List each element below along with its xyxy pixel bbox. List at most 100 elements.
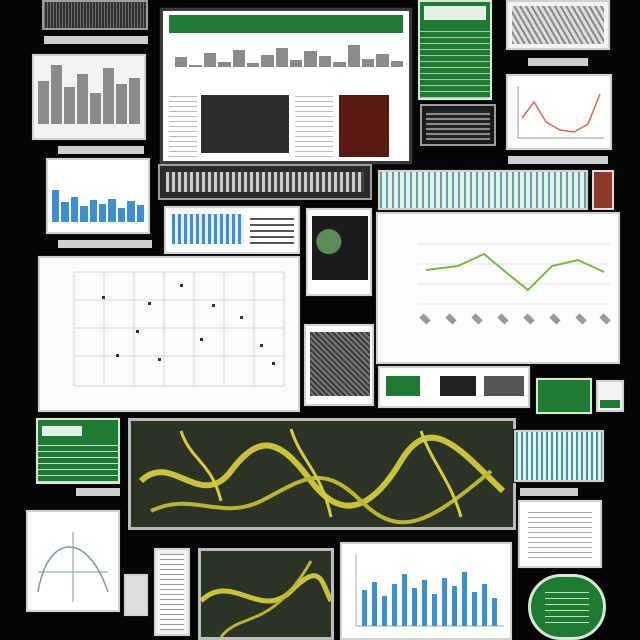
red-line-chart-card <box>506 74 612 150</box>
photo-map-card <box>306 208 372 296</box>
scatter-point <box>180 284 183 287</box>
small-red-tile <box>592 170 614 210</box>
texture-photo <box>310 332 370 396</box>
bar-series <box>362 572 497 626</box>
dashboard-red-panel <box>339 95 389 157</box>
caption-strip <box>44 36 148 44</box>
dashboard-monitor <box>160 8 412 164</box>
map-base <box>131 421 513 527</box>
green-panel-lines <box>38 440 118 482</box>
caption-strip <box>76 488 120 496</box>
dashboard-header-bar <box>169 15 403 33</box>
photo-map-image <box>312 216 368 280</box>
texture <box>44 2 146 28</box>
bar <box>412 588 417 626</box>
scatter-point <box>116 354 119 357</box>
green-info-panel-top <box>418 0 492 100</box>
tiny-chart-card <box>596 380 624 412</box>
scatter-point <box>212 304 215 307</box>
keyboard-strip <box>158 164 372 200</box>
keyboard-keys <box>166 172 364 192</box>
dashboard-mid-table <box>295 95 333 157</box>
topographic-map-large <box>128 418 516 530</box>
bar <box>432 594 437 626</box>
scatter-point <box>240 316 243 319</box>
dashboard-bar-area <box>171 37 407 73</box>
document-card-right <box>518 500 602 568</box>
line-chart-gridlines <box>418 243 610 305</box>
bar <box>402 574 407 626</box>
bar <box>492 598 497 626</box>
green-badge-icon <box>528 574 606 640</box>
green-panel-header <box>424 6 486 20</box>
blue-thumbnail-bars <box>52 186 145 222</box>
green-badge-small <box>536 378 592 414</box>
bar-thumbnail-bars <box>38 62 140 124</box>
caption-strip <box>58 240 152 248</box>
green-panel-white-strip <box>42 426 82 436</box>
bar-chart-svg <box>355 554 504 627</box>
dashboard-left-table <box>169 95 197 157</box>
top-left-monitor-thumbnail <box>42 0 148 30</box>
wave-texture <box>512 6 604 44</box>
bar <box>482 584 487 626</box>
device-gray-block <box>484 376 524 396</box>
device-green-block <box>386 376 420 396</box>
green-info-panel-left <box>36 418 120 484</box>
dashboard-dark-panel <box>201 95 289 153</box>
bar <box>422 580 427 626</box>
bar-thumbnail-left <box>32 54 146 140</box>
line-chart-x-ticks <box>419 313 611 325</box>
caption-strip <box>528 58 588 66</box>
bar <box>392 584 397 626</box>
scatter-point <box>260 344 263 347</box>
sketch-diagram-card <box>26 510 120 612</box>
caption-strip <box>520 488 578 496</box>
topographic-map-svg <box>131 421 513 527</box>
scatter-point <box>158 358 161 361</box>
wave-pattern-thumbnail <box>506 0 610 50</box>
mini-dashboard-text <box>250 218 294 244</box>
scatter-chart-svg <box>73 271 285 387</box>
red-line-chart-svg <box>517 86 604 139</box>
document-lines <box>528 510 592 558</box>
bar <box>382 596 387 626</box>
bar <box>372 582 377 626</box>
bar <box>462 572 467 626</box>
narrow-panel-2 <box>154 548 190 636</box>
red-series-line <box>521 93 601 133</box>
green-series-line <box>425 252 605 292</box>
dashboard-bars <box>175 43 403 67</box>
striped-panel-lower-right <box>514 430 604 482</box>
line-chart-svg <box>418 243 611 325</box>
bar <box>442 578 447 626</box>
scatter-gridlines <box>73 271 285 387</box>
map-small-river <box>201 573 331 604</box>
mini-dashboard-bars <box>172 214 244 244</box>
caption-strip <box>58 146 144 154</box>
bar <box>362 590 367 626</box>
rack-lines <box>426 110 490 140</box>
green-panel-lines <box>420 26 490 98</box>
narrow-panel-lines <box>160 554 184 630</box>
topographic-map-small-svg <box>201 560 331 637</box>
server-rack-thumbnail <box>420 104 496 146</box>
striped-panel-top-right <box>378 170 588 210</box>
blue-bar-thumbnail-left <box>46 158 150 234</box>
device-dark-block <box>440 376 476 396</box>
scatter-point <box>272 362 275 365</box>
tiny-chart-green <box>600 400 620 408</box>
bar <box>472 592 477 626</box>
badge-lines <box>545 591 589 623</box>
caption-strip <box>508 156 608 164</box>
device-strip-card <box>378 366 530 408</box>
collage-root: { "colors": { "background": "#050505", "… <box>0 0 640 640</box>
texture-photo-card <box>304 324 374 406</box>
topographic-map-small <box>198 548 334 640</box>
scatter-points <box>102 284 275 365</box>
scatter-chart-card <box>38 256 300 412</box>
scatter-point <box>102 296 105 299</box>
scatter-point <box>148 302 151 305</box>
bar <box>452 586 457 626</box>
bar-chart-card <box>340 542 512 640</box>
